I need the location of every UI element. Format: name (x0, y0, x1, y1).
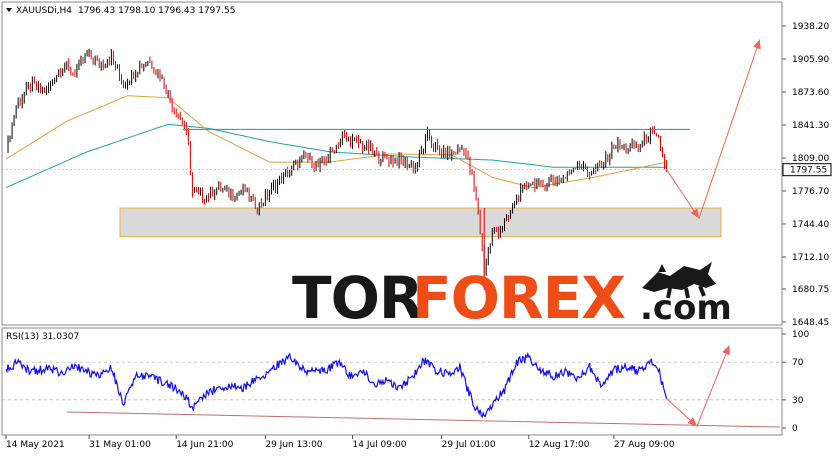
time-tick-label: 12 Aug 17:00 (529, 440, 590, 450)
time-tick-label: 14 Jul 09:00 (353, 440, 407, 450)
price-tick-label: 1680.75 (792, 285, 829, 295)
watermark-tor: TOR (292, 264, 423, 332)
price-tick-label: 1873.60 (792, 88, 829, 98)
chart-header: XAUUSDi,H4 1796.43 1798.10 1796.43 1797.… (6, 6, 235, 16)
rsi-tick-label: 30 (792, 396, 804, 406)
price-tick-label: 1648.45 (792, 318, 829, 328)
rsi-tick-label: 0 (792, 424, 798, 434)
rsi-label: RSI(13) 31.0307 (6, 332, 79, 342)
rsi-tick-label: 70 (792, 358, 804, 368)
time-tick-label: 29 Jun 13:00 (265, 440, 322, 450)
time-tick-label: 31 May 01:00 (89, 440, 151, 450)
ohlc-values: 1796.43 1798.10 1796.43 1797.55 (78, 6, 235, 16)
price-tick-label: 1809.00 (792, 154, 829, 164)
rsi-tick-label: 100 (792, 330, 809, 340)
price-tick-label: 1841.30 (792, 121, 829, 131)
price-tick-label: 1712.10 (792, 253, 829, 263)
price-tick-label: 1776.70 (792, 187, 829, 197)
chart-window: 1938.20 1905.90 1873.60 1841.30 1809.00 1776.… (0, 0, 834, 456)
current-price-label: 1797.55 (790, 166, 827, 176)
price-tick-label: 1938.20 (792, 22, 829, 32)
symbol-label: XAUUSDi,H4 (16, 6, 72, 16)
time-tick-label: 29 Jul 01:00 (442, 440, 496, 450)
price-tick-label: 1744.40 (792, 220, 829, 230)
watermark-forex: FOREX (412, 264, 625, 332)
time-tick-label: 27 Aug 09:00 (614, 440, 675, 450)
time-tick-label: 14 May 2021 (6, 440, 65, 450)
price-tick-label: 1905.90 (792, 55, 829, 65)
time-tick-label: 14 Jun 21:00 (176, 440, 233, 450)
support-zone-rect (119, 207, 722, 238)
chart-canvas: 1938.20 1905.90 1873.60 1841.30 1809.00 1776.… (1, 1, 832, 450)
support-zone (119, 207, 722, 238)
